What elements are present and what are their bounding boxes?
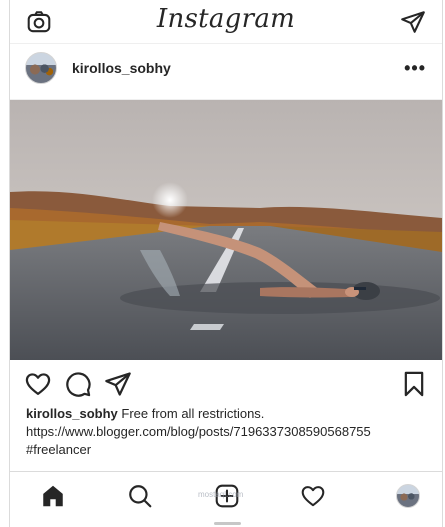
share-icon[interactable] [104,370,132,398]
post-username[interactable]: kirollos_sobhy [72,60,171,76]
instagram-logo[interactable]: Instagram [10,4,442,34]
bookmark-icon[interactable] [400,370,428,398]
caption-link[interactable]: https://www.blogger.com/blog/posts/71963… [26,423,435,441]
post-image[interactable] [10,100,442,360]
instagram-screen: Instagram kirollos_sobhy ••• kirollos_so… [0,0,445,527]
post-actions [10,368,442,402]
activity-heart-icon[interactable] [300,483,326,509]
direct-message-icon[interactable] [400,9,426,35]
caption-username[interactable]: kirollos_sobhy [26,406,118,421]
swimmer-on-road-image [10,100,442,360]
post-caption: kirollos_sobhy Free from all restriction… [26,405,435,459]
post-header: kirollos_sobhy ••• [10,44,442,100]
more-options-icon[interactable]: ••• [404,58,426,79]
comment-icon[interactable] [64,370,92,398]
home-icon[interactable] [40,483,66,509]
avatar[interactable] [25,52,57,84]
caption-hashtag[interactable]: #freelancer [26,441,435,459]
search-icon[interactable] [127,483,153,509]
caption-text: Free from all restrictions. [121,406,265,421]
heart-icon[interactable] [24,370,52,398]
home-indicator[interactable] [214,522,241,525]
watermark-text: mostaql.com [198,490,244,499]
profile-avatar[interactable] [396,484,420,508]
top-bar: Instagram [10,0,442,44]
